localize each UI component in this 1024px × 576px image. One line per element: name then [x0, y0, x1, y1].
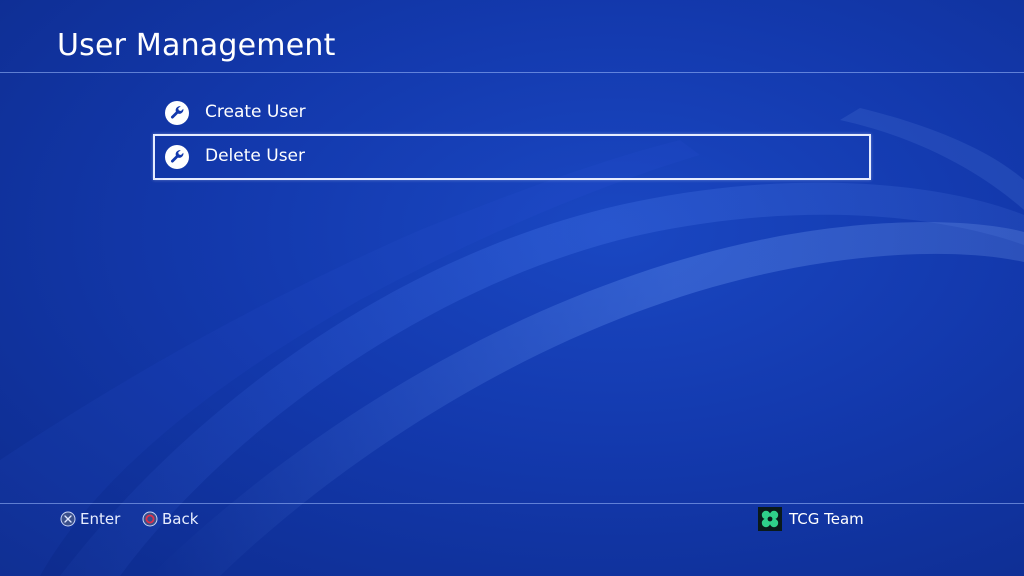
menu-item-delete-user[interactable]: Delete User — [153, 134, 871, 180]
profile-name: TCG Team — [789, 510, 864, 528]
background-waves — [0, 108, 1024, 576]
wrench-icon — [165, 145, 189, 169]
menu-item-create-user[interactable]: Create User — [153, 90, 871, 136]
circle-button-icon — [142, 511, 158, 527]
cross-button-icon — [60, 511, 76, 527]
clover-avatar-icon — [758, 507, 782, 531]
enter-hint[interactable]: Enter — [60, 509, 120, 529]
footer-divider — [0, 503, 1024, 504]
back-hint[interactable]: Back — [142, 509, 198, 529]
back-hint-label: Back — [162, 510, 199, 528]
header-divider — [0, 72, 1024, 73]
screen: User Management Create User Delete User … — [0, 0, 1024, 576]
page-title: User Management — [57, 28, 336, 63]
wrench-icon — [165, 101, 189, 125]
enter-hint-label: Enter — [80, 510, 121, 528]
menu-item-label: Delete User — [205, 146, 306, 166]
menu-item-label: Create User — [205, 102, 306, 122]
user-profile: TCG Team — [758, 507, 864, 531]
